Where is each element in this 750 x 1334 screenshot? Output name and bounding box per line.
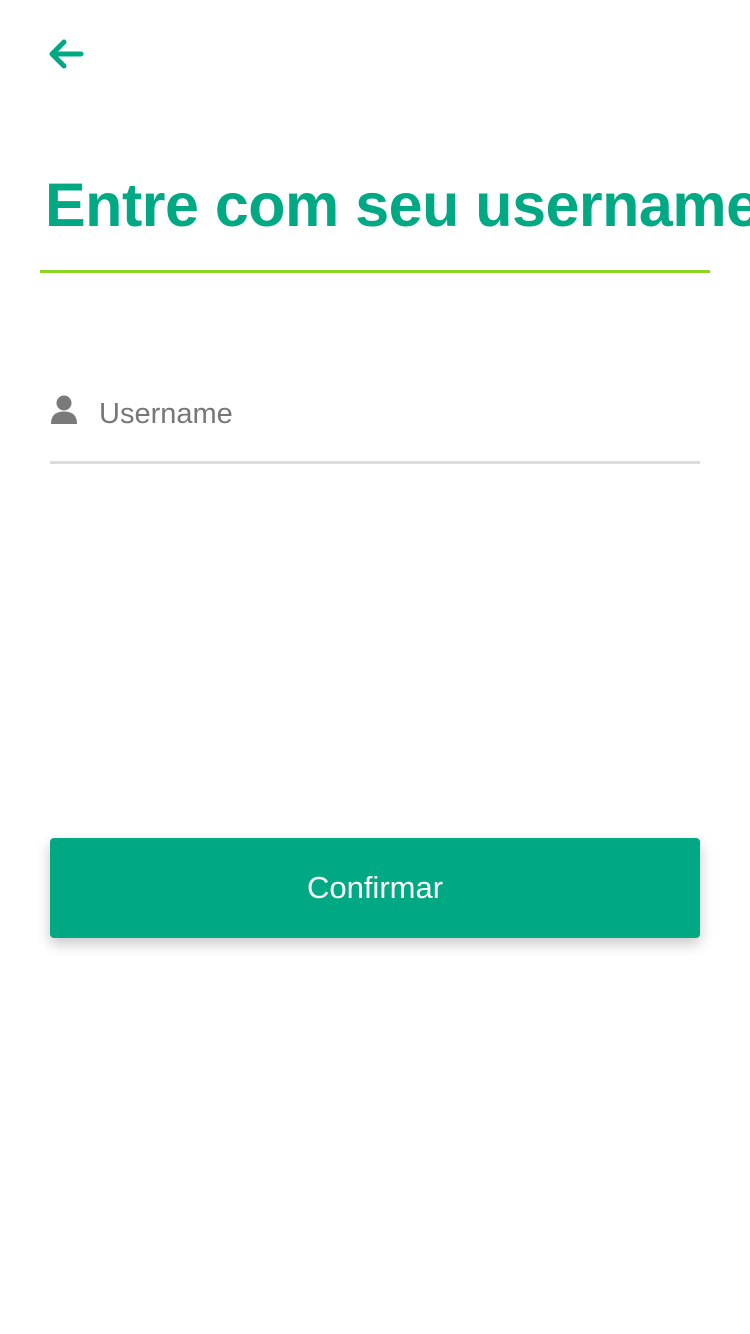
- confirm-button[interactable]: Confirmar: [50, 838, 700, 938]
- user-icon: [51, 395, 77, 424]
- username-field: [50, 380, 700, 466]
- title-underline: [40, 270, 710, 273]
- username-screen: Entre com seu username Confirmar: [0, 0, 750, 1334]
- arrow-left-icon: [49, 39, 84, 69]
- page-title: Entre com seu username: [45, 171, 750, 239]
- back-button[interactable]: [40, 28, 92, 80]
- username-input[interactable]: [99, 390, 689, 438]
- username-underline: [50, 461, 700, 464]
